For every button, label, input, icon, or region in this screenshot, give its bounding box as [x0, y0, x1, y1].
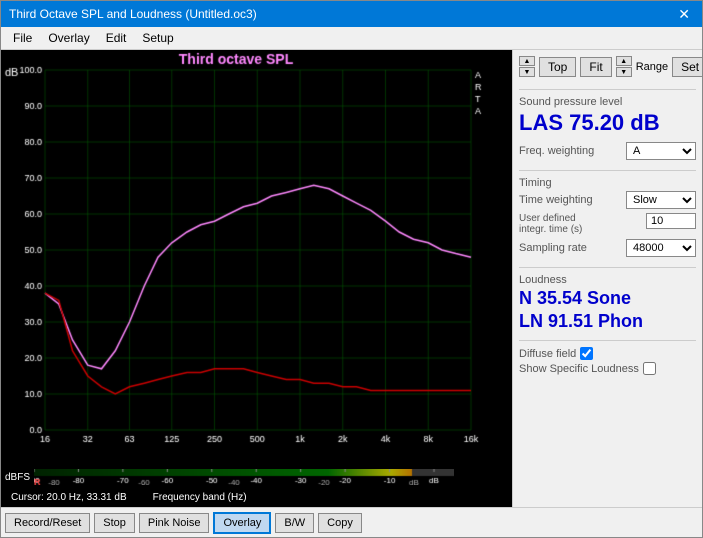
range-down-btn[interactable]: ▼: [616, 67, 632, 77]
bw-button[interactable]: B/W: [275, 513, 314, 533]
diffuse-field-label: Diffuse field: [519, 348, 576, 360]
top-button[interactable]: Top: [539, 57, 576, 77]
divider-1: [519, 89, 696, 90]
record-reset-button[interactable]: Record/Reset: [5, 513, 90, 533]
cursor-info: Cursor: 20.0 Hz, 33.31 dB: [5, 490, 133, 505]
show-specific-checkbox[interactable]: [643, 362, 656, 375]
divider-3: [519, 267, 696, 268]
integr-time-input[interactable]: [646, 213, 696, 229]
timing-section-label: Timing: [519, 177, 696, 189]
diffuse-field-checkbox[interactable]: [580, 347, 593, 360]
top-controls: ▲ ▼ Top Fit ▲ ▼ Range Set: [519, 56, 696, 77]
set-button[interactable]: Set: [672, 57, 702, 77]
divider-4: [519, 340, 696, 341]
bottom-buttons: Record/Reset Stop Pink Noise Overlay B/W…: [1, 507, 702, 537]
diffuse-field-row: Diffuse field: [519, 347, 696, 360]
stop-button[interactable]: Stop: [94, 513, 135, 533]
show-specific-label: Show Specific Loudness: [519, 363, 639, 375]
show-specific-row: Show Specific Loudness: [519, 362, 696, 375]
integr-time-label: User defined integr. time (s): [519, 213, 646, 235]
divider-2: [519, 170, 696, 171]
spl-section-label: Sound pressure level: [519, 96, 696, 108]
range-up-btn[interactable]: ▲: [616, 56, 632, 66]
overlay-button[interactable]: Overlay: [213, 512, 271, 534]
menu-setup[interactable]: Setup: [134, 29, 181, 47]
level-meter: [34, 469, 508, 485]
freq-band-label: Frequency band (Hz): [153, 492, 247, 503]
main-area: dBFS Cursor: 20.0 Hz, 33.31 dB Frequency…: [1, 50, 702, 507]
freq-weighting-select[interactable]: ABCZ: [626, 142, 696, 160]
copy-button[interactable]: Copy: [318, 513, 362, 533]
dbfs-label: dBFS: [5, 472, 30, 483]
range-spinner: ▲ ▼: [616, 56, 632, 77]
title-bar: Third Octave SPL and Loudness (Untitled.…: [1, 1, 702, 27]
time-weighting-select[interactable]: SlowFastImpulse: [626, 191, 696, 209]
loudness-phon: LN 91.51 Phon: [519, 311, 696, 332]
freq-weighting-row: Freq. weighting ABCZ: [519, 142, 696, 160]
close-button[interactable]: ✕: [674, 6, 694, 23]
loudness-sone: N 35.54 Sone: [519, 288, 696, 309]
menu-overlay[interactable]: Overlay: [40, 29, 97, 47]
main-window: Third Octave SPL and Loudness (Untitled.…: [0, 0, 703, 538]
range-label: Range: [636, 61, 668, 73]
time-weighting-row: Time weighting SlowFastImpulse: [519, 191, 696, 209]
menu-file[interactable]: File: [5, 29, 40, 47]
freq-weighting-label: Freq. weighting: [519, 145, 626, 157]
top-up-btn[interactable]: ▲: [519, 56, 535, 66]
integr-time-row: User defined integr. time (s): [519, 213, 696, 235]
menu-edit[interactable]: Edit: [98, 29, 135, 47]
right-panel: ▲ ▼ Top Fit ▲ ▼ Range Set Sound pressure…: [512, 50, 702, 507]
menu-bar: File Overlay Edit Setup: [1, 27, 702, 50]
sampling-rate-select[interactable]: 441004800096000: [626, 239, 696, 257]
sampling-rate-label: Sampling rate: [519, 242, 626, 254]
top-down-btn[interactable]: ▼: [519, 67, 535, 77]
window-title: Third Octave SPL and Loudness (Untitled.…: [9, 7, 257, 21]
spl-value: LAS 75.20 dB: [519, 110, 696, 136]
top-spinner: ▲ ▼: [519, 56, 535, 77]
time-weighting-label: Time weighting: [519, 194, 626, 206]
meter-bar: dBFS: [1, 466, 512, 488]
sampling-rate-row: Sampling rate 441004800096000: [519, 239, 696, 257]
chart-canvas: [1, 50, 512, 466]
loudness-section-label: Loudness: [519, 274, 696, 286]
pink-noise-button[interactable]: Pink Noise: [139, 513, 210, 533]
fit-button[interactable]: Fit: [580, 57, 611, 77]
chart-area: dBFS Cursor: 20.0 Hz, 33.31 dB Frequency…: [1, 50, 512, 507]
